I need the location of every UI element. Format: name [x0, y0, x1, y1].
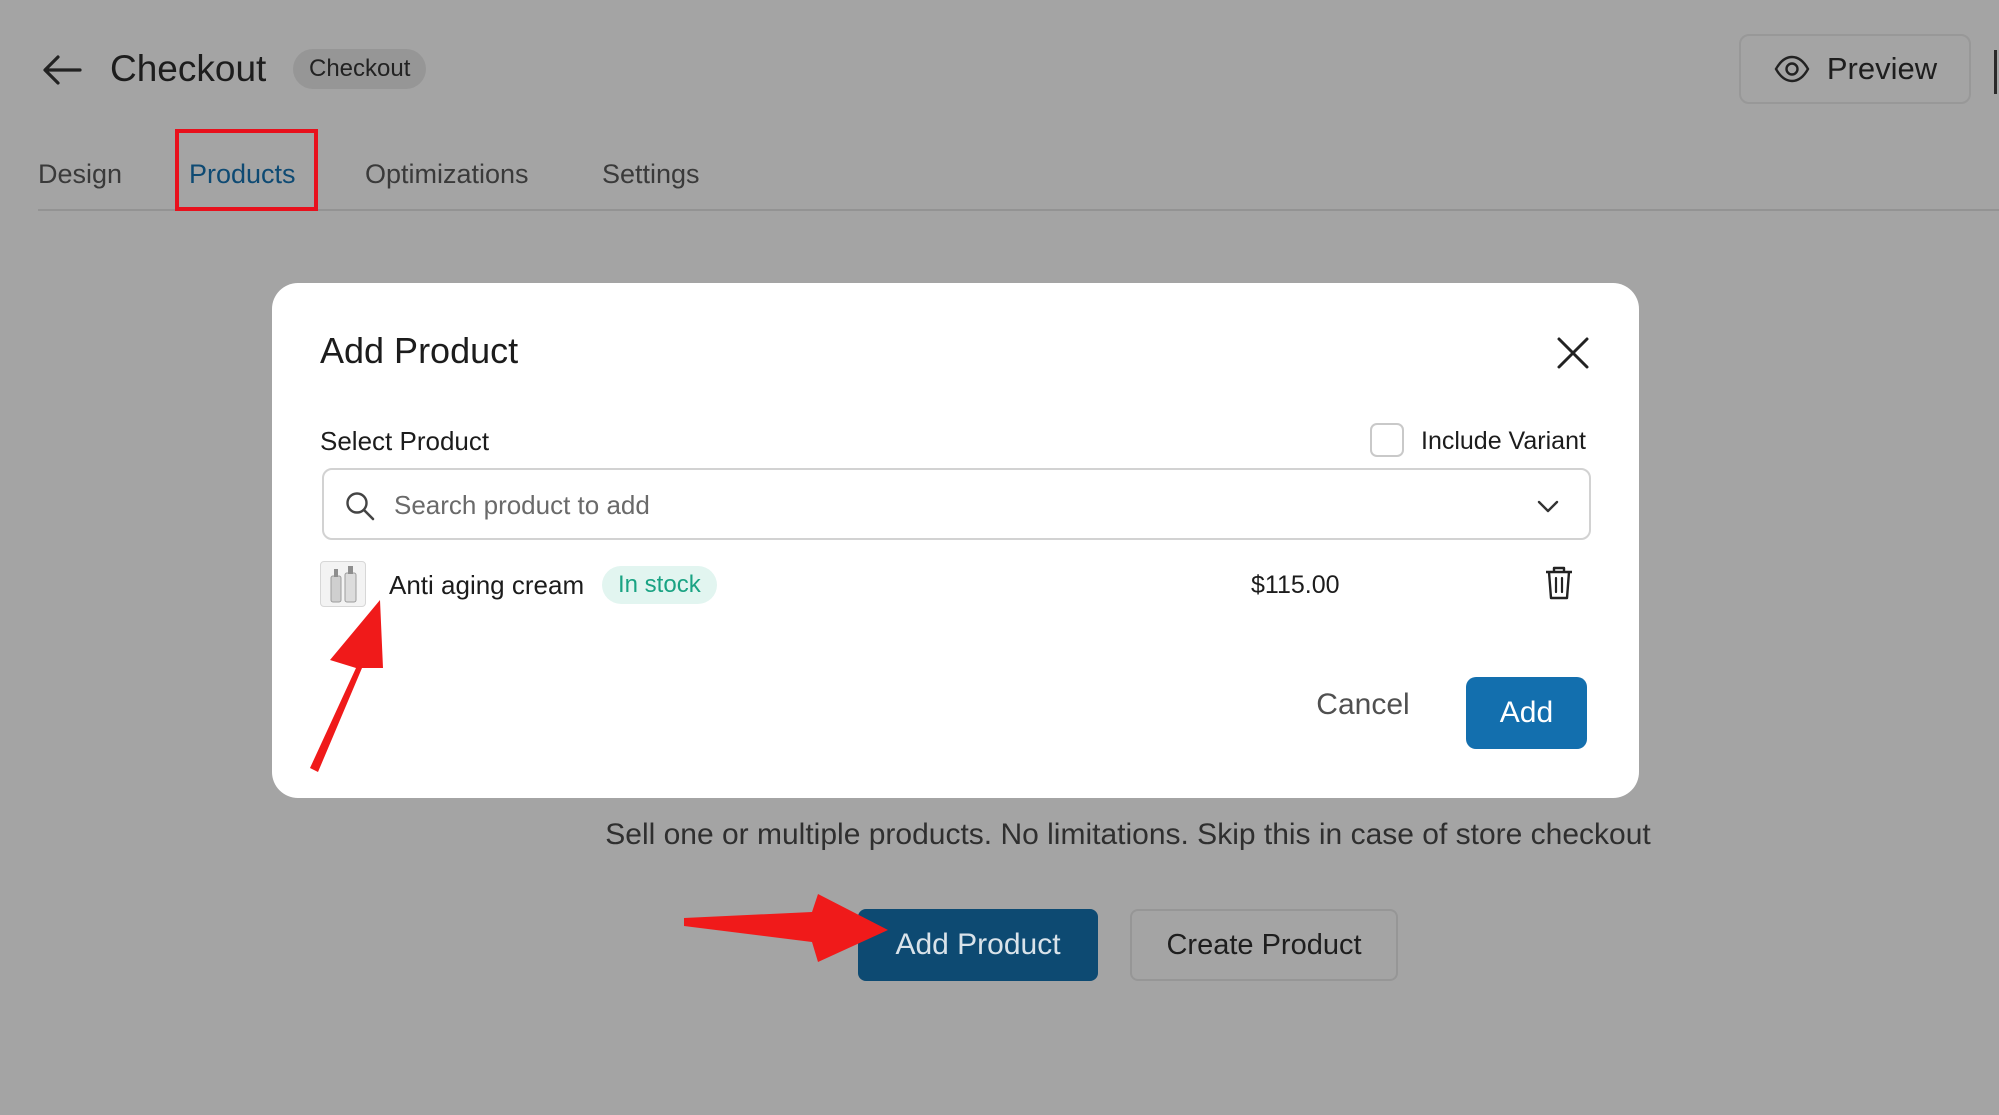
product-thumbnail — [320, 561, 366, 607]
tabs-divider — [38, 209, 1999, 211]
add-product-modal: Add Product Select Product Include Varia… — [272, 283, 1639, 798]
add-product-button[interactable]: Add Product — [858, 909, 1098, 981]
product-search-select[interactable] — [322, 468, 1591, 540]
products-description: Sell one or multiple products. No limita… — [605, 818, 1651, 851]
stock-status-badge: In stock — [602, 566, 717, 604]
search-input[interactable] — [392, 484, 1496, 526]
back-arrow-icon[interactable] — [40, 48, 84, 92]
tab-settings[interactable]: Settings — [602, 158, 700, 190]
preview-label: Preview — [1826, 51, 1938, 86]
product-name: Anti aging cream — [389, 570, 585, 600]
cancel-button[interactable]: Cancel — [1298, 677, 1428, 733]
search-icon — [346, 492, 375, 521]
trash-icon[interactable] — [1543, 565, 1575, 601]
modal-title: Add Product — [320, 330, 519, 371]
tab-optimizations[interactable]: Optimizations — [365, 158, 529, 190]
product-bottles-image — [330, 566, 357, 603]
eye-icon — [1774, 55, 1810, 83]
include-variant-label[interactable]: Include Variant — [1421, 425, 1586, 457]
add-button[interactable]: Add — [1466, 677, 1587, 749]
create-product-button[interactable]: Create Product — [1130, 909, 1398, 981]
page-title: Checkout — [110, 48, 267, 89]
chevron-down-icon[interactable] — [1534, 492, 1562, 520]
annotation-highlight-box — [175, 129, 318, 211]
close-icon[interactable] — [1553, 333, 1593, 373]
product-price: $115.00 — [1251, 571, 1340, 599]
preview-button[interactable]: Preview — [1739, 34, 1971, 104]
select-product-label: Select Product — [320, 426, 490, 456]
include-variant-checkbox[interactable] — [1370, 423, 1404, 457]
tab-design[interactable]: Design — [38, 158, 122, 190]
edge-divider — [1994, 50, 1997, 94]
page-type-badge: Checkout — [293, 49, 427, 89]
